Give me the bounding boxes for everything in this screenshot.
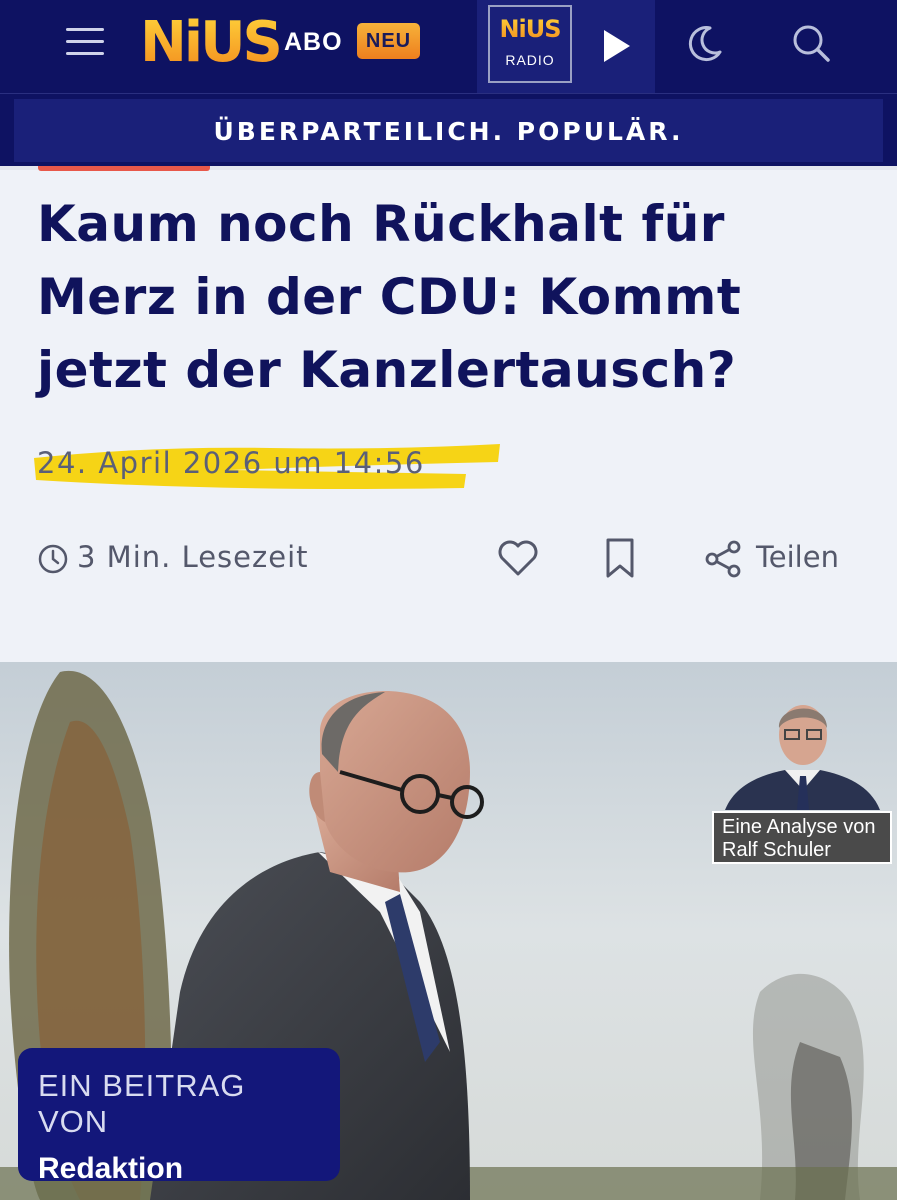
author-caption: Eine Analyse von Ralf Schuler xyxy=(712,811,892,864)
publish-date: 24. April 2026 um 14:56 xyxy=(37,446,425,480)
slogan-text: ÜBERPARTEILICH. POPULÄR. xyxy=(213,117,684,146)
clock-icon xyxy=(38,544,68,574)
author-name: Ralf Schuler xyxy=(722,839,831,861)
play-icon[interactable] xyxy=(596,26,636,66)
slogan-bar: ÜBERPARTEILICH. POPULÄR. xyxy=(0,93,897,168)
heart-icon[interactable] xyxy=(496,536,540,580)
top-navigation-bar xyxy=(0,0,897,93)
search-icon[interactable] xyxy=(790,22,832,64)
share-icon xyxy=(705,540,741,578)
bookmark-icon[interactable] xyxy=(602,536,638,580)
moon-icon[interactable] xyxy=(684,22,726,64)
new-badge: NEU xyxy=(357,23,420,59)
radio-logo-text: NiUS xyxy=(490,15,570,43)
read-time: 3 Min. Lesezeit xyxy=(77,540,309,574)
byline-label: EIN BEITRAG VON xyxy=(38,1068,246,1139)
nius-logo[interactable]: NiUS xyxy=(140,12,283,74)
author-caption-line: Eine Analyse von xyxy=(722,816,876,838)
article-headline: Kaum noch Rückhalt für Merz in der CDU: … xyxy=(37,195,742,399)
menu-icon[interactable] xyxy=(66,28,104,56)
byline-name: Redaktion xyxy=(38,1152,184,1185)
byline-card[interactable]: EIN BEITRAG VON Redaktion xyxy=(18,1048,340,1185)
category-tab-indicator xyxy=(38,166,210,171)
abo-link[interactable]: ABO xyxy=(284,28,343,57)
share-label: Teilen xyxy=(756,540,839,574)
share-button[interactable]: Teilen xyxy=(703,537,839,581)
radio-logo-subtext: RADIO xyxy=(505,52,555,68)
nius-radio-logo[interactable]: NiUS RADIO xyxy=(488,5,572,83)
